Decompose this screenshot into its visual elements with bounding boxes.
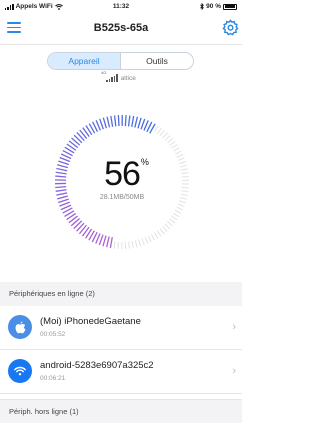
status-bar: Appels WiFi 11:32 90 % xyxy=(0,0,242,13)
tab-outils[interactable]: Outils xyxy=(121,53,193,69)
gauge-tick-free xyxy=(144,237,149,244)
device-name: (Moi) iPhonedeGaetane xyxy=(40,316,141,327)
gauge-tick-used xyxy=(59,201,70,207)
apple-icon xyxy=(8,315,32,339)
gauge-tick-free xyxy=(174,150,182,155)
device-row-android[interactable]: android-5283e6907a325c2 00:06:21 › xyxy=(0,350,242,394)
gauge-tick-used xyxy=(102,235,107,247)
gauge-tick-free xyxy=(166,221,173,227)
gauge-tick-free xyxy=(164,223,171,230)
gauge-tick-free xyxy=(134,240,138,248)
gauge-tick-used xyxy=(113,115,117,127)
gauge-tick-free xyxy=(162,132,168,139)
operator-name: altice xyxy=(120,74,136,82)
usage-amount: 28.1MB/50MB xyxy=(99,194,145,201)
gauge-tick-free xyxy=(173,147,180,152)
gauge-tick-free xyxy=(173,212,180,218)
battery-percent: 90 % xyxy=(206,3,221,10)
gauge-tick-used xyxy=(134,116,139,128)
device-connected-time: 00:05:52 xyxy=(40,331,66,338)
gauge-tick-free xyxy=(113,241,116,249)
device-connected-time: 00:06:21 xyxy=(40,375,66,382)
gauge-tick-free xyxy=(128,241,130,249)
gauge-tick-free xyxy=(131,241,134,249)
gauge-tick-used xyxy=(106,116,111,128)
gauge-tick-used xyxy=(127,115,131,127)
gauge-tick-used xyxy=(110,115,114,127)
chevron-right-icon: › xyxy=(232,365,236,377)
router-title: B525s-65a xyxy=(93,22,149,34)
gear-icon[interactable] xyxy=(222,19,239,36)
gauge-tick-free xyxy=(171,143,178,149)
network-signal-icon: 4G xyxy=(101,70,118,82)
gauge-tick-used xyxy=(137,117,142,129)
gauge-tick-free xyxy=(177,203,185,207)
gauge-tick-used xyxy=(131,115,135,127)
gauge-tick-free xyxy=(150,234,156,241)
gauge-tick-free xyxy=(171,215,178,221)
gauge-tick-used xyxy=(98,234,104,246)
gauge-tick-free xyxy=(178,200,186,204)
battery-icon xyxy=(223,3,237,10)
gauge-tick-free xyxy=(159,129,165,136)
gauge-tick-free xyxy=(169,140,176,146)
gauge-tick-free xyxy=(141,238,145,246)
usage-percent: 56% xyxy=(104,155,149,193)
gauge-tick-used xyxy=(102,117,108,129)
gauge-tick-free xyxy=(154,125,159,132)
gauge-tick-free xyxy=(169,218,176,224)
gauge-tick-free xyxy=(159,228,165,235)
tab-appareil[interactable]: Appareil xyxy=(48,53,121,69)
network-type: 4G xyxy=(101,70,107,75)
percent-sign: % xyxy=(140,157,149,167)
gauge-tick-used xyxy=(117,115,120,127)
gauge-tick-free xyxy=(153,232,159,239)
app-header: B525s-65a xyxy=(0,13,242,45)
gauge-tick-used xyxy=(109,237,113,249)
gauge-tick-used xyxy=(124,115,127,127)
device-name: android-5283e6907a325c2 xyxy=(40,360,154,371)
gauge-tick-free xyxy=(162,225,168,232)
network-info: 4G altice xyxy=(0,70,242,82)
device-row-iphone[interactable]: (Moi) iPhonedeGaetane 00:05:52 › xyxy=(0,306,242,350)
tab-switcher: Appareil Outils xyxy=(47,52,194,70)
gauge-tick-free xyxy=(174,209,182,214)
gauge-tick-free xyxy=(157,127,162,134)
gauge-tick-used xyxy=(105,236,110,248)
gauge-tick-free xyxy=(164,135,171,141)
gauge-tick-free xyxy=(138,239,142,247)
offline-devices-header[interactable]: Périph. hors ligne (1) xyxy=(0,399,242,423)
gauge-tick-free xyxy=(167,137,174,144)
bluetooth-icon xyxy=(200,3,205,10)
gauge-tick-free xyxy=(156,230,162,237)
data-usage-gauge: 56% 28.1MB/50MB xyxy=(52,96,192,268)
online-devices-header: Périphériques en ligne (2) xyxy=(0,282,242,306)
wifi-icon xyxy=(8,359,32,383)
gauge-tick-used xyxy=(140,118,146,130)
gauge-tick-free xyxy=(176,206,184,211)
chevron-right-icon: › xyxy=(232,321,236,333)
gauge-tick-free xyxy=(147,235,152,243)
gauge-tick-used xyxy=(99,118,104,130)
